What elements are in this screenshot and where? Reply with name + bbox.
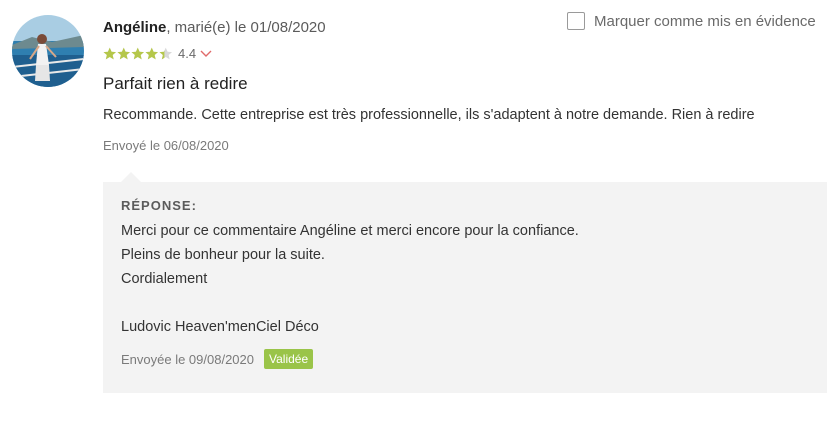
response-line: Cordialement (121, 271, 208, 287)
review-header: Angéline, marié(e) le 01/08/2020 (103, 18, 326, 38)
response-footer: Envoyée le 09/08/2020 Validée (121, 349, 314, 369)
highlight-checkbox[interactable] (567, 12, 585, 30)
star-icon (131, 47, 145, 60)
response-sent-date: Envoyée le 09/08/2020 (121, 351, 254, 367)
response-heading: RÉPONSE: (121, 198, 197, 213)
response-text: Merci pour ce commentaire Angéline et me… (121, 219, 579, 339)
review-sent-date: Envoyé le 06/08/2020 (103, 138, 229, 153)
status-badge: Validée (264, 349, 314, 369)
reviewer-avatar (12, 15, 84, 87)
review-rating: 4.4 (103, 46, 212, 61)
review-card: Angéline, marié(e) le 01/08/2020 Marquer… (0, 0, 836, 425)
response-line: Merci pour ce commentaire Angéline et me… (121, 223, 579, 239)
review-title: Parfait rien à redire (103, 74, 248, 93)
response-line: Pleins de bonheur pour la suite. (121, 247, 325, 263)
vendor-response: RÉPONSE: Merci pour ce commentaire Angél… (103, 172, 827, 393)
rating-value: 4.4 (178, 46, 197, 61)
reviewer-name: Angéline (103, 19, 167, 36)
response-line: Ludovic Heaven'menCiel Déco (121, 319, 319, 335)
star-icon (103, 47, 117, 60)
star-icon (159, 47, 173, 60)
review-body: Recommande. Cette entreprise est très pr… (103, 107, 755, 123)
rating-stars (103, 47, 173, 61)
review-meta: , marié(e) le 01/08/2020 (166, 19, 326, 36)
response-line (121, 291, 579, 315)
star-icon (145, 47, 159, 60)
star-icon (117, 47, 131, 60)
avatar-photo (12, 15, 84, 87)
chevron-down-icon[interactable] (200, 50, 212, 58)
highlight-toggle[interactable]: Marquer comme mis en évidence (567, 12, 816, 30)
highlight-label: Marquer comme mis en évidence (594, 12, 816, 30)
